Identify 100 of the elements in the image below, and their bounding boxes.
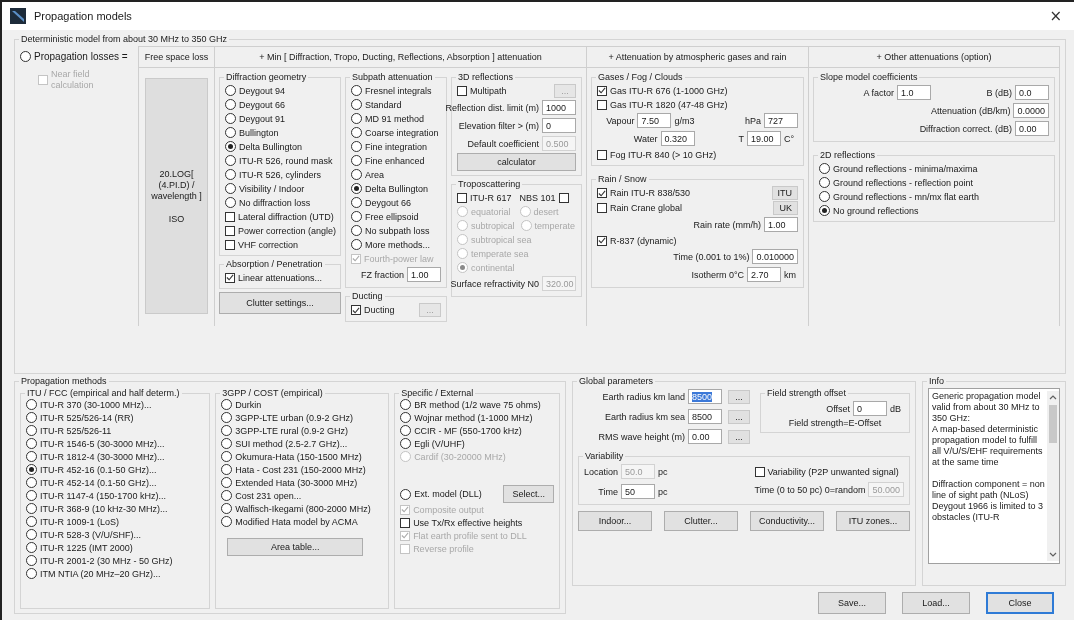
radio-indicator[interactable] bbox=[351, 239, 362, 250]
radio-indicator[interactable] bbox=[225, 113, 236, 124]
radio-indicator[interactable] bbox=[225, 127, 236, 138]
small-button[interactable]: UK bbox=[773, 201, 798, 215]
radio-indicator[interactable] bbox=[221, 516, 233, 527]
radio-indicator[interactable] bbox=[26, 477, 37, 488]
radio-button[interactable]: Bullington bbox=[225, 126, 335, 139]
input-field[interactable]: 0 bbox=[853, 401, 887, 416]
radio-button[interactable]: SUI method (2.5-2.7 GHz)... bbox=[221, 437, 384, 450]
radio-indicator[interactable] bbox=[221, 451, 233, 462]
action-button[interactable]: Save... bbox=[818, 592, 886, 614]
radio-indicator[interactable] bbox=[221, 425, 233, 436]
input-field[interactable]: 8500 bbox=[688, 389, 722, 404]
small-button[interactable]: ... bbox=[728, 389, 750, 404]
radio-indicator[interactable] bbox=[225, 141, 236, 152]
radio-indicator[interactable] bbox=[351, 99, 362, 110]
radio-button[interactable]: Free ellipsoid bbox=[351, 210, 441, 223]
radio-indicator[interactable] bbox=[26, 503, 37, 514]
radio-button[interactable]: ITM NTIA (20 MHz–20 GHz)... bbox=[26, 567, 205, 580]
radio-button[interactable]: ITU-R 528-3 (V/U/SHF)... bbox=[26, 528, 205, 541]
action-button[interactable]: Area table... bbox=[227, 538, 364, 556]
input-field[interactable]: 1.0 bbox=[897, 85, 931, 100]
input-field[interactable]: 2.70 bbox=[747, 267, 781, 282]
input-field[interactable]: 50 bbox=[621, 484, 656, 499]
radio-indicator[interactable] bbox=[225, 169, 236, 180]
radio-button[interactable]: CCIR - MF (550-1700 kHz) bbox=[400, 424, 554, 437]
radio-indicator[interactable] bbox=[351, 85, 362, 96]
info-text-area[interactable] bbox=[928, 388, 1060, 564]
radio-indicator[interactable] bbox=[400, 399, 412, 410]
radio-indicator[interactable] bbox=[221, 477, 233, 488]
radio-button[interactable]: Deygout 66 bbox=[225, 98, 335, 111]
radio-indicator[interactable] bbox=[351, 113, 362, 124]
radio-button[interactable]: ITU-R 452-14 (0.1-50 GHz)... bbox=[26, 476, 205, 489]
radio-button[interactable]: ITU-R 526, cylinders bbox=[225, 168, 335, 181]
input-field[interactable]: 1.00 bbox=[764, 217, 798, 232]
checkbox[interactable]: Ducting bbox=[351, 303, 413, 317]
radio-button[interactable]: Ext. model (DLL) bbox=[400, 487, 498, 501]
radio-button[interactable]: ITU-R 525/526-11 bbox=[26, 424, 205, 437]
radio-button[interactable]: Ground reflections - mn/mx flat earth bbox=[819, 190, 1049, 203]
radio-button[interactable]: No ground reflections bbox=[819, 204, 1049, 217]
radio-indicator[interactable] bbox=[221, 399, 233, 410]
radio-button[interactable]: ITU-R 452-16 (0.1-50 GHz)... bbox=[26, 463, 205, 476]
checkbox[interactable]: Multipath bbox=[457, 84, 548, 98]
radio-button[interactable]: BR method (1/2 wave 75 ohms) bbox=[400, 398, 554, 411]
radio-button[interactable]: Ground reflections - reflection point bbox=[819, 176, 1049, 189]
radio-button[interactable]: Fresnel integrals bbox=[351, 84, 441, 97]
radio-button[interactable]: Egli (V/UHF) bbox=[400, 437, 554, 450]
checkbox[interactable]: VHF correction bbox=[225, 238, 335, 251]
radio-button[interactable]: Walfisch-Ikegami (800-2000 MHz) bbox=[221, 502, 384, 515]
checkbox[interactable]: Use Tx/Rx effective heights bbox=[400, 516, 554, 529]
checkbox[interactable]: Linear attenuations... bbox=[225, 271, 335, 284]
checkbox[interactable]: Rain Crane global bbox=[597, 201, 768, 215]
input-field[interactable]: 1000 bbox=[542, 100, 576, 115]
radio-indicator[interactable] bbox=[26, 438, 37, 449]
input-field[interactable]: 0.0000 bbox=[1013, 103, 1049, 118]
radio-button[interactable]: ITU-R 1225 (IMT 2000) bbox=[26, 541, 205, 554]
radio-button[interactable]: Modified Hata model by ACMA bbox=[221, 515, 384, 528]
radio-indicator[interactable] bbox=[26, 451, 37, 462]
radio-button[interactable]: Extended Hata (30-3000 MHz) bbox=[221, 476, 384, 489]
radio-button[interactable]: MD 91 method bbox=[351, 112, 441, 125]
checkbox[interactable]: Variability (P2P unwanted signal) bbox=[754, 465, 904, 478]
input-field[interactable]: 1.00 bbox=[407, 267, 441, 282]
checkbox[interactable]: ITU-R 617 bbox=[457, 191, 514, 204]
radio-indicator[interactable] bbox=[26, 399, 37, 410]
radio-button[interactable]: Standard bbox=[351, 98, 441, 111]
radio-button[interactable]: More methods... bbox=[351, 238, 441, 251]
radio-button[interactable]: ITU-R 1812-4 (30-3000 MHz)... bbox=[26, 450, 205, 463]
radio-indicator[interactable] bbox=[221, 464, 233, 475]
checkbox[interactable]: Fog ITU-R 840 (> 10 GHz) bbox=[597, 148, 798, 161]
radio-button[interactable]: ITU-R 1147-4 (150-1700 kHz)... bbox=[26, 489, 205, 502]
radio-indicator[interactable] bbox=[351, 155, 362, 166]
input-field[interactable]: 19.00 bbox=[747, 131, 781, 146]
radio-button[interactable]: ITU-R 368-9 (10 kHz-30 MHz)... bbox=[26, 502, 205, 515]
small-button[interactable]: ITU bbox=[771, 186, 798, 200]
checkbox[interactable]: Gas ITU-R 676 (1-1000 GHz) bbox=[597, 84, 798, 97]
radio-button[interactable]: Durkin bbox=[221, 398, 384, 411]
radio-button[interactable]: Okumura-Hata (150-1500 MHz) bbox=[221, 450, 384, 463]
radio-button[interactable]: Propagation losses = bbox=[20, 50, 138, 63]
radio-button[interactable]: ITU-R 525/526-14 (RR) bbox=[26, 411, 205, 424]
radio-button[interactable]: Ground reflections - minima/maxima bbox=[819, 162, 1049, 175]
radio-button[interactable]: Delta Bullington bbox=[225, 140, 335, 153]
radio-button[interactable]: Area bbox=[351, 168, 441, 181]
radio-indicator[interactable] bbox=[26, 555, 37, 566]
radio-button[interactable]: 3GPP-LTE urban (0.9-2 GHz) bbox=[221, 411, 384, 424]
checkbox[interactable]: NBS 101 bbox=[519, 191, 576, 204]
radio-indicator[interactable] bbox=[819, 191, 830, 202]
action-button[interactable]: calculator bbox=[457, 153, 576, 171]
radio-indicator[interactable] bbox=[225, 183, 236, 194]
action-button[interactable]: Close bbox=[986, 592, 1054, 614]
radio-indicator[interactable] bbox=[26, 529, 37, 540]
action-button[interactable]: Clutter settings... bbox=[219, 292, 341, 314]
radio-button[interactable]: Deygout 66 bbox=[351, 196, 441, 209]
close-button[interactable]: × bbox=[1045, 7, 1066, 25]
radio-button[interactable]: Coarse integration bbox=[351, 126, 441, 139]
radio-button[interactable]: No diffraction loss bbox=[225, 196, 335, 209]
input-field[interactable]: 8500 bbox=[688, 409, 722, 424]
radio-button[interactable]: Delta Bullington bbox=[351, 182, 441, 195]
radio-button[interactable]: Wojnar method (1-1000 MHz) bbox=[400, 411, 554, 424]
radio-indicator[interactable] bbox=[400, 425, 412, 436]
radio-indicator[interactable] bbox=[819, 163, 830, 174]
